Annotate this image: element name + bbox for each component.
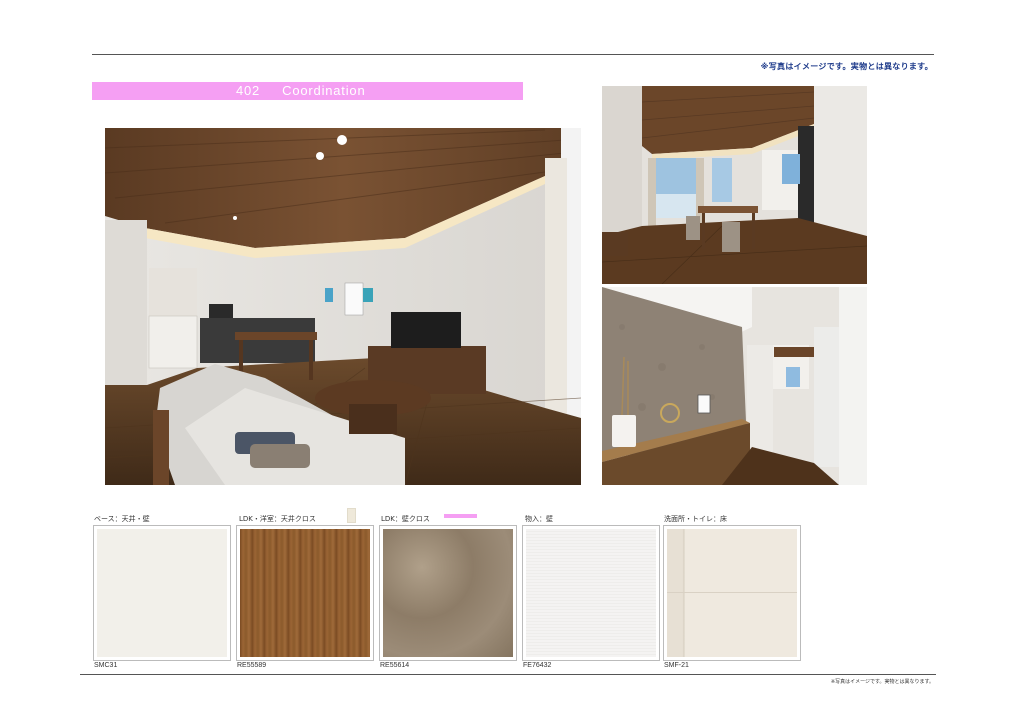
swatch-fe76432 (522, 525, 660, 661)
swatch-smf21 (663, 525, 801, 661)
swatch-re55589 (236, 525, 374, 661)
corridor-photo (602, 287, 867, 485)
swatch-label: 物入：壁 (525, 515, 553, 523)
ceiling-cloth-color-marker (347, 508, 356, 523)
swatch-label: ベース：天井・壁 (94, 515, 150, 523)
dining-room-photo (602, 86, 867, 284)
swatch-label: LDK・洋室：天井クロス (239, 515, 316, 523)
title-number: 402 (236, 83, 261, 98)
page-title: 402 Coordination (236, 83, 365, 98)
bottom-rule (80, 674, 936, 675)
top-rule (92, 54, 934, 55)
swatch-re55614 (379, 525, 517, 661)
swatch-code: FE76432 (523, 662, 552, 669)
disclaimer-top: ※写真はイメージです。実物とは異なります。 (760, 62, 933, 71)
swatch-code: SMF-21 (664, 662, 689, 669)
swatch-label: LDK：壁クロス (381, 515, 430, 523)
swatch-smc31 (93, 525, 231, 661)
swatch-code: RE55614 (380, 662, 410, 669)
swatch-code: SMC31 (94, 662, 118, 669)
disclaimer-bottom: ※写真はイメージです。実物とは異なります。 (830, 679, 934, 685)
swatch-code: RE55589 (237, 662, 267, 669)
title-word: Coordination (282, 83, 366, 98)
living-room-photo (105, 128, 581, 485)
swatch-label: 洗面所・トイレ：床 (664, 515, 727, 523)
wall-cloth-color-marker (444, 514, 477, 518)
